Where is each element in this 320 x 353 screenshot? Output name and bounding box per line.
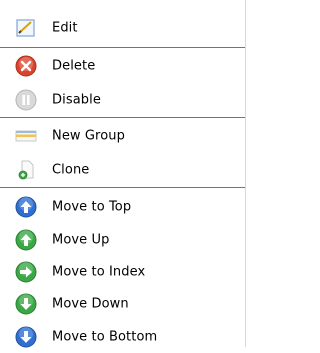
menu-item-move-to-index[interactable]: Move to Index	[0, 256, 245, 288]
menu-item-disable[interactable]: Disable	[0, 83, 245, 117]
menu-item-move-up[interactable]: Move Up	[0, 224, 245, 256]
menu-item-label: Move to Top	[52, 199, 132, 215]
menu-item-move-to-top[interactable]: Move to Top	[0, 191, 245, 223]
separator	[0, 187, 245, 188]
menu-item-label: Disable	[52, 92, 101, 108]
new-group-icon	[14, 124, 38, 148]
menu-item-label: Edit	[52, 20, 78, 36]
clone-icon	[14, 158, 38, 182]
menu-item-label: Move to Index	[52, 264, 146, 280]
pause-icon	[14, 88, 38, 112]
menu-item-label: Move to Bottom	[52, 329, 158, 345]
context-menu: Edit Delete Disable New Group Clone Move…	[0, 0, 246, 348]
menu-item-label: New Group	[52, 128, 125, 144]
arrow-up-blue-icon	[14, 195, 38, 219]
edit-icon	[14, 16, 38, 40]
menu-item-delete[interactable]: Delete	[0, 49, 245, 83]
menu-item-move-down[interactable]: Move Down	[0, 288, 245, 320]
arrow-right-green-icon	[14, 260, 38, 284]
separator	[0, 117, 245, 118]
arrow-up-green-icon	[14, 228, 38, 252]
delete-icon	[14, 54, 38, 78]
menu-item-label: Delete	[52, 58, 96, 74]
menu-item-clone[interactable]: Clone	[0, 153, 245, 187]
arrow-down-blue-icon	[14, 325, 38, 349]
menu-item-label: Clone	[52, 162, 90, 178]
menu-item-move-to-bottom[interactable]: Move to Bottom	[0, 321, 245, 353]
arrow-down-green-icon	[14, 292, 38, 316]
separator	[0, 47, 245, 48]
menu-item-label: Move Up	[52, 232, 110, 248]
menu-item-label: Move Down	[52, 296, 129, 312]
menu-item-edit[interactable]: Edit	[0, 11, 245, 45]
menu-item-new-group[interactable]: New Group	[0, 119, 245, 153]
